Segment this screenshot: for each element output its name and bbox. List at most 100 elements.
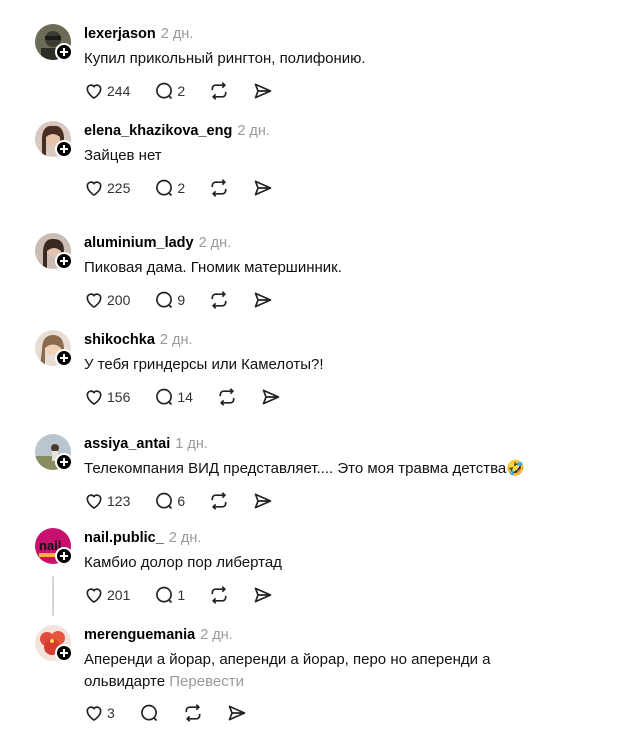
reply-count: 2 — [177, 83, 186, 99]
username[interactable]: elena_khazikova_eng — [84, 123, 232, 139]
heart-icon — [84, 81, 104, 101]
username[interactable]: nail.public_ — [84, 530, 164, 546]
reply-count: 1 — [177, 587, 186, 603]
like-count: 3 — [107, 705, 115, 721]
follow-plus-icon[interactable] — [55, 349, 73, 367]
avatar[interactable] — [35, 434, 73, 471]
repost-button[interactable] — [209, 491, 229, 511]
reply-button[interactable]: 14 — [154, 387, 193, 407]
comment-text: Телекомпания ВИД представляет.... Это мо… — [84, 460, 525, 477]
comment-text: Зайцев нет — [84, 147, 162, 164]
comment-feed: lexerjason 2 дн. Купил прикольный рингтон… — [0, 0, 640, 736]
reply-button[interactable]: 2 — [154, 81, 185, 101]
comment-bubble-icon — [154, 81, 174, 101]
reply-button[interactable] — [139, 703, 159, 723]
timestamp: 2 дн. — [198, 235, 232, 251]
repost-button[interactable] — [183, 703, 203, 723]
follow-plus-icon[interactable] — [55, 140, 73, 158]
avatar[interactable] — [35, 24, 73, 61]
like-button[interactable]: 244 — [84, 81, 130, 101]
share-button[interactable] — [253, 290, 273, 310]
reply-count: 2 — [177, 180, 186, 196]
like-button[interactable]: 3 — [84, 703, 115, 723]
repost-button[interactable] — [209, 585, 229, 605]
share-button[interactable] — [253, 178, 273, 198]
timestamp: 2 дн. — [159, 332, 193, 348]
follow-plus-icon[interactable] — [55, 644, 73, 662]
send-icon — [253, 491, 273, 511]
username[interactable]: lexerjason — [84, 26, 156, 42]
follow-plus-icon[interactable] — [55, 453, 73, 471]
avatar[interactable]: nail — [35, 528, 73, 565]
timestamp: 2 дн. — [168, 530, 202, 546]
like-button[interactable]: 201 — [84, 585, 130, 605]
send-icon — [227, 703, 247, 723]
action-bar: 123 6 — [84, 490, 297, 512]
share-button[interactable] — [253, 81, 273, 101]
comment-text: У тебя гриндерсы или Камелоты?! — [84, 356, 324, 373]
follow-plus-icon[interactable] — [55, 43, 73, 61]
heart-icon — [84, 491, 104, 511]
share-button[interactable] — [253, 585, 273, 605]
timestamp: 2 дн. — [200, 627, 233, 643]
avatar[interactable] — [35, 121, 73, 158]
comment-bubble-icon — [139, 703, 159, 723]
avatar[interactable] — [35, 233, 73, 270]
comment-text: Пиковая дама. Гномик матершинник. — [84, 259, 342, 276]
like-button[interactable]: 200 — [84, 290, 130, 310]
comment-bubble-icon — [154, 491, 174, 511]
comment-text: Камбио долор пор либертад — [84, 554, 282, 571]
action-bar: 201 1 — [84, 584, 297, 606]
reply-button[interactable]: 1 — [154, 585, 185, 605]
repost-button[interactable] — [209, 81, 229, 101]
action-bar: 244 2 — [84, 80, 297, 102]
repost-icon — [209, 491, 229, 511]
heart-icon — [84, 290, 104, 310]
send-icon — [253, 290, 273, 310]
action-bar: 225 2 — [84, 177, 297, 199]
like-button[interactable]: 225 — [84, 178, 130, 198]
thread-line — [52, 576, 54, 616]
comment-bubble-icon — [154, 585, 174, 605]
heart-icon — [84, 703, 104, 723]
repost-button[interactable] — [209, 290, 229, 310]
reply-count: 9 — [177, 292, 186, 308]
repost-button[interactable] — [217, 387, 237, 407]
repost-icon — [183, 703, 203, 723]
send-icon — [253, 81, 273, 101]
like-button[interactable]: 123 — [84, 491, 130, 511]
like-count: 123 — [107, 493, 131, 509]
like-count: 200 — [107, 292, 131, 308]
comment-text: Аперенди а йорар, аперенди а йорар, перо… — [84, 649, 504, 693]
share-button[interactable] — [261, 387, 281, 407]
comment-bubble-icon — [154, 290, 174, 310]
translate-link[interactable]: Перевести — [169, 673, 244, 690]
avatar[interactable] — [35, 625, 73, 662]
username[interactable]: assiya_antai — [84, 436, 170, 452]
reply-button[interactable]: 9 — [154, 290, 185, 310]
share-button[interactable] — [253, 491, 273, 511]
comment-bubble-icon — [154, 178, 174, 198]
like-count: 244 — [107, 83, 131, 99]
like-button[interactable]: 156 — [84, 387, 130, 407]
repost-icon — [209, 178, 229, 198]
timestamp: 1 дн. — [175, 436, 208, 452]
reply-button[interactable]: 2 — [154, 178, 185, 198]
timestamp: 2 дн. — [237, 123, 270, 139]
follow-plus-icon[interactable] — [55, 252, 73, 270]
repost-icon — [217, 387, 237, 407]
reply-count: 6 — [177, 493, 186, 509]
comment-bubble-icon — [154, 387, 174, 407]
send-icon — [253, 178, 273, 198]
follow-plus-icon[interactable] — [55, 547, 73, 565]
username[interactable]: shikochka — [84, 332, 155, 348]
username[interactable]: aluminium_lady — [84, 235, 194, 251]
heart-icon — [84, 387, 104, 407]
timestamp: 2 дн. — [160, 26, 194, 42]
share-button[interactable] — [227, 703, 247, 723]
repost-button[interactable] — [209, 178, 229, 198]
username[interactable]: merenguemania — [84, 627, 195, 643]
reply-button[interactable]: 6 — [154, 491, 185, 511]
avatar[interactable] — [35, 330, 73, 367]
like-count: 201 — [107, 587, 131, 603]
